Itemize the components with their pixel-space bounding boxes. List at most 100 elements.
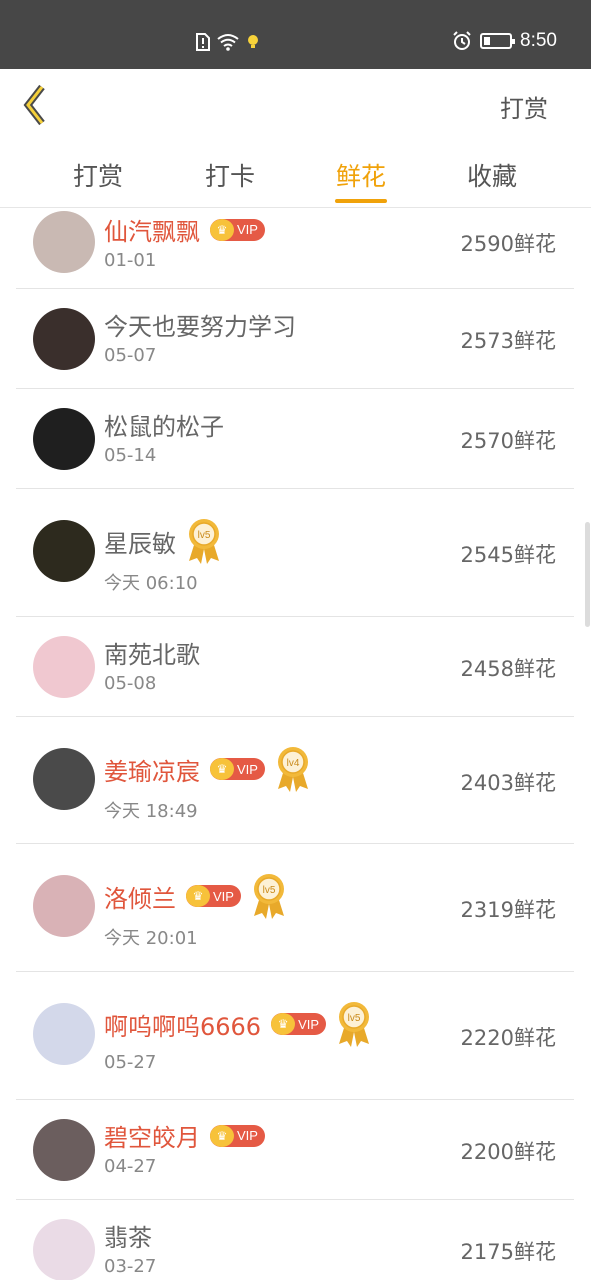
tab-checkin[interactable]: 打卡 [205, 157, 255, 193]
user-name[interactable]: 碧空皎月 [104, 1118, 200, 1153]
vip-badge: ♛ VIP [271, 1013, 327, 1035]
user-name[interactable]: 翡茶 [104, 1218, 152, 1253]
svg-text:lv5: lv5 [198, 530, 211, 541]
name-line: 仙汽飘飘 ♛ VIP [104, 212, 265, 247]
battery-icon [480, 33, 516, 49]
level-medal-icon: lv5 [251, 872, 287, 920]
level-medal-icon: lv5 [336, 1000, 372, 1048]
crown-icon: ♛ [186, 885, 210, 907]
vip-badge: ♛ VIP [210, 758, 265, 780]
vip-label: VIP [237, 1128, 258, 1143]
flower-count: 2458鲜花 [460, 657, 556, 681]
list-item[interactable]: 松鼠的松子 05-14 2570鲜花 [16, 389, 574, 489]
user-name[interactable]: 南苑北歌 [104, 635, 200, 670]
flower-count: 2403鲜花 [460, 770, 556, 795]
avatar[interactable] [33, 875, 95, 937]
flower-ranking-list: 仙汽飘飘 ♛ VIP 01-01 2590鲜花 今天也要努力学习 05-07 2573鲜花 松鼠… [16, 208, 574, 1280]
user-name[interactable]: 啊呜啊呜6666 [104, 1007, 261, 1042]
avatar[interactable] [33, 210, 95, 273]
name-line: 翡茶 [104, 1218, 152, 1253]
name-line: 星辰敏 lv5 [104, 517, 222, 565]
vip-badge: ♛ VIP [210, 218, 265, 241]
crown-icon: ♛ [210, 1124, 234, 1147]
flower-count: 2545鲜花 [460, 543, 556, 567]
list-item[interactable]: 翡茶 03-27 2175鲜花 [16, 1200, 574, 1280]
vip-badge: ♛ VIP [186, 885, 241, 907]
user-name[interactable]: 仙汽飘飘 [104, 212, 200, 247]
name-line: 碧空皎月 ♛ VIP [104, 1118, 265, 1153]
chevron-left-icon [23, 84, 45, 126]
header: 打赏 [0, 69, 591, 139]
crown-icon: ♛ [210, 218, 234, 241]
list-item[interactable]: 洛倾兰 ♛ VIP lv5 今天 20:01 2319鲜花 [16, 844, 574, 972]
name-line: 姜瑜凉宸 ♛ VIP lv4 [104, 745, 311, 793]
vip-label: VIP [237, 761, 258, 777]
flower-count: 2570鲜花 [460, 429, 556, 453]
flower-count: 2319鲜花 [460, 898, 556, 922]
avatar[interactable] [33, 1219, 95, 1280]
level-medal-icon: lv4 [275, 745, 311, 793]
flower-count: 2200鲜花 [460, 1140, 556, 1164]
date: 01-01 [104, 250, 157, 271]
status-bar: 8:50 [0, 0, 591, 69]
user-name[interactable]: 洛倾兰 [104, 879, 176, 914]
list-item[interactable]: 星辰敏 lv5 今天 06:10 2545鲜花 [16, 489, 574, 617]
back-button[interactable] [20, 83, 60, 127]
list-item[interactable]: 姜瑜凉宸 ♛ VIP lv4 今天 18:49 2403鲜花 [16, 717, 574, 844]
svg-text:lv5: lv5 [263, 885, 276, 896]
tab-reward[interactable]: 打赏 [73, 157, 123, 193]
name-line: 南苑北歌 [104, 635, 200, 670]
avatar[interactable] [33, 408, 95, 470]
user-name[interactable]: 松鼠的松子 [104, 407, 224, 442]
name-line: 松鼠的松子 [104, 407, 224, 442]
avatar[interactable] [33, 1003, 95, 1065]
flower-count: 2573鲜花 [460, 329, 556, 353]
date: 05-08 [104, 673, 157, 694]
avatar[interactable] [33, 308, 95, 370]
battery-level [484, 37, 491, 45]
scrollbar[interactable] [585, 522, 590, 627]
avatar[interactable] [33, 747, 95, 810]
user-name[interactable]: 今天也要努力学习 [104, 307, 296, 342]
status-right: 8:50 [452, 30, 557, 52]
date: 05-27 [104, 1052, 157, 1073]
tab-favorites[interactable]: 收藏 [467, 157, 517, 193]
date: 今天 20:01 [104, 928, 198, 949]
name-line: 洛倾兰 ♛ VIP lv5 [104, 872, 287, 920]
date: 04-27 [104, 1156, 157, 1177]
list-item[interactable]: 仙汽飘飘 ♛ VIP 01-01 2590鲜花 [16, 208, 574, 289]
vip-label: VIP [237, 222, 258, 237]
date: 今天 18:49 [104, 801, 198, 822]
avatar[interactable] [33, 520, 95, 582]
svg-text:lv4: lv4 [287, 758, 300, 769]
list-item[interactable]: 碧空皎月 ♛ VIP 04-27 2200鲜花 [16, 1100, 574, 1200]
flower-count: 2175鲜花 [460, 1240, 556, 1264]
flower-count: 2220鲜花 [460, 1026, 556, 1050]
avatar[interactable] [33, 636, 95, 698]
tab-bar: 打赏 打卡 鲜花 收藏 [0, 139, 591, 208]
flower-count: 2590鲜花 [460, 231, 556, 256]
crown-icon: ♛ [210, 758, 234, 780]
alarm-icon [453, 31, 471, 50]
name-line: 今天也要努力学习 [104, 307, 296, 342]
status-icons [196, 33, 260, 51]
wifi-icon [217, 34, 239, 51]
date: 今天 06:10 [104, 573, 198, 594]
tab-flowers[interactable]: 鲜花 [336, 157, 386, 193]
active-tab-indicator [335, 199, 387, 203]
sim-alert-icon [196, 33, 210, 51]
date: 05-14 [104, 445, 157, 466]
crown-icon: ♛ [271, 1013, 296, 1035]
svg-text:lv5: lv5 [348, 1013, 361, 1024]
bulb-icon [248, 35, 258, 48]
vip-label: VIP [298, 1016, 320, 1032]
user-name[interactable]: 姜瑜凉宸 [104, 752, 200, 787]
user-name[interactable]: 星辰敏 [104, 524, 176, 559]
list-item[interactable]: 南苑北歌 05-08 2458鲜花 [16, 617, 574, 717]
list-item[interactable]: 今天也要努力学习 05-07 2573鲜花 [16, 289, 574, 389]
list-item[interactable]: 啊呜啊呜6666 ♛ VIP lv5 05-27 2220鲜花 [16, 972, 574, 1100]
vip-label: VIP [213, 888, 234, 904]
date: 03-27 [104, 1256, 157, 1277]
avatar[interactable] [33, 1119, 95, 1181]
reward-action-button[interactable]: 打赏 [500, 89, 548, 124]
